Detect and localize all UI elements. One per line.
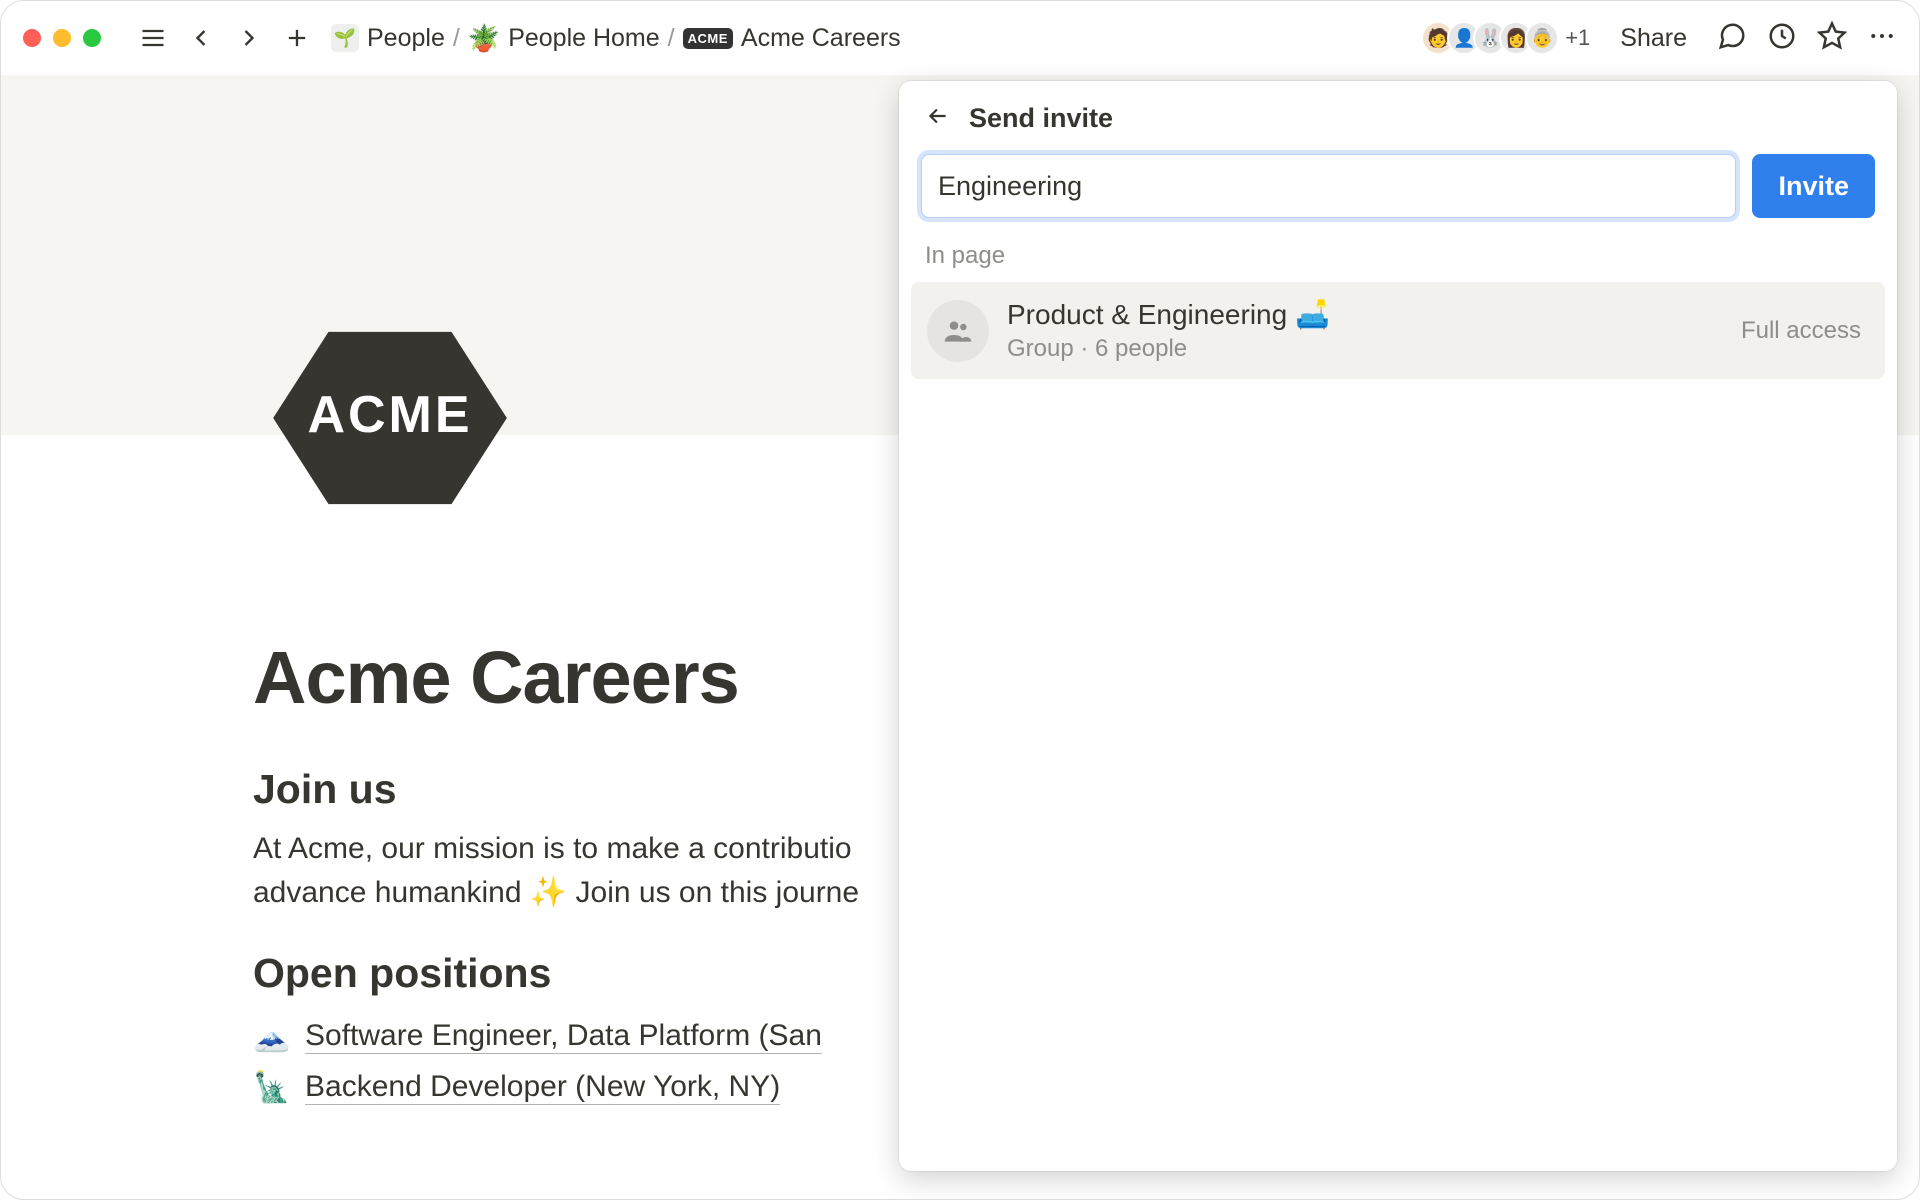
invite-search-input[interactable] bbox=[921, 154, 1736, 218]
window-minimize-icon[interactable] bbox=[53, 29, 71, 47]
avatar-overflow-count: +1 bbox=[1565, 25, 1590, 51]
send-invite-popover: Send invite Invite In page Product & Eng… bbox=[899, 81, 1897, 1171]
breadcrumb: 🌱 People / 🪴 People Home / ACME Acme Car… bbox=[331, 23, 901, 54]
avatar: 👵 bbox=[1525, 21, 1559, 55]
acme-badge-icon: ACME bbox=[683, 28, 733, 49]
logo-text: ACME bbox=[307, 385, 472, 445]
page-logo: ACME bbox=[267, 323, 513, 513]
invite-input-row: Invite bbox=[899, 154, 1897, 218]
plant-icon: 🪴 bbox=[468, 23, 500, 54]
invite-section-label: In page bbox=[899, 218, 1897, 282]
breadcrumb-separator: / bbox=[668, 24, 675, 53]
breadcrumb-label: People Home bbox=[508, 24, 659, 53]
nav-back-icon[interactable] bbox=[183, 20, 219, 56]
invite-result-item[interactable]: Product & Engineering 🛋️ Group · 6 peopl… bbox=[911, 282, 1885, 379]
popover-header: Send invite bbox=[899, 103, 1897, 154]
window-close-icon[interactable] bbox=[23, 29, 41, 47]
breadcrumb-separator: / bbox=[453, 24, 460, 53]
breadcrumb-item-acme-careers[interactable]: ACME Acme Careers bbox=[683, 24, 901, 53]
favorite-icon[interactable] bbox=[1817, 21, 1847, 56]
invite-result-subtitle: Group · 6 people bbox=[1007, 335, 1723, 363]
breadcrumb-label: Acme Careers bbox=[741, 24, 901, 53]
window-controls bbox=[23, 29, 101, 47]
top-toolbar: 🌱 People / 🪴 People Home / ACME Acme Car… bbox=[1, 1, 1919, 75]
menu-icon[interactable] bbox=[135, 20, 171, 56]
invite-result-access: Full access bbox=[1741, 317, 1869, 345]
nav-forward-icon[interactable] bbox=[231, 20, 267, 56]
position-link[interactable]: Backend Developer (New York, NY) bbox=[305, 1070, 780, 1105]
popover-back-button[interactable] bbox=[925, 103, 951, 134]
invite-result-title: Product & Engineering 🛋️ bbox=[1007, 298, 1723, 331]
breadcrumb-item-people-home[interactable]: 🪴 People Home bbox=[468, 23, 660, 54]
position-emoji-icon: 🗽 bbox=[253, 1070, 293, 1105]
position-emoji-icon: 🗻 bbox=[253, 1019, 293, 1054]
group-icon bbox=[927, 300, 989, 362]
new-page-icon[interactable] bbox=[279, 20, 315, 56]
more-icon[interactable] bbox=[1867, 21, 1897, 56]
breadcrumb-item-people[interactable]: 🌱 People bbox=[331, 24, 445, 53]
invite-result-main: Product & Engineering 🛋️ Group · 6 peopl… bbox=[1007, 298, 1723, 363]
position-link[interactable]: Software Engineer, Data Platform (San bbox=[305, 1019, 822, 1054]
popover-title: Send invite bbox=[969, 103, 1113, 134]
people-page-icon: 🌱 bbox=[331, 24, 359, 52]
comments-icon[interactable] bbox=[1717, 21, 1747, 56]
toolbar-right-icons bbox=[1717, 21, 1897, 56]
invite-button[interactable]: Invite bbox=[1752, 154, 1875, 218]
updates-icon[interactable] bbox=[1767, 21, 1797, 56]
app-window: 🌱 People / 🪴 People Home / ACME Acme Car… bbox=[0, 0, 1920, 1200]
window-maximize-icon[interactable] bbox=[83, 29, 101, 47]
share-button[interactable]: Share bbox=[1620, 24, 1687, 53]
breadcrumb-label: People bbox=[367, 24, 445, 53]
presence-avatars[interactable]: 🧑 👤 🐰 👩 👵 +1 bbox=[1421, 21, 1590, 55]
